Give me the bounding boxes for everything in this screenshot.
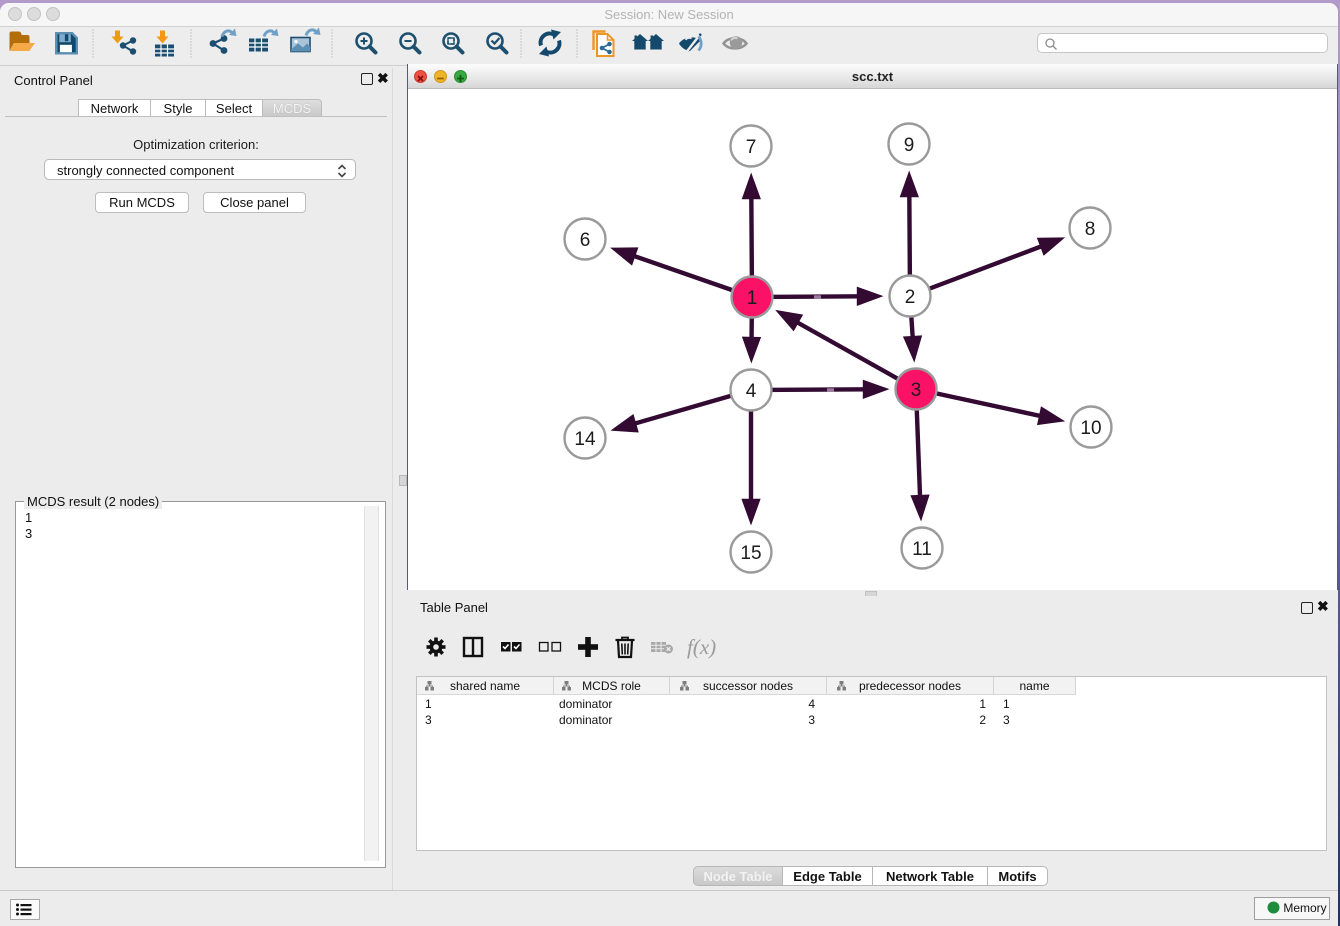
svg-text:11: 11 bbox=[912, 539, 932, 560]
svg-text:f(x): f(x) bbox=[687, 635, 716, 659]
svg-text:9: 9 bbox=[904, 135, 915, 156]
svg-text:6: 6 bbox=[580, 230, 591, 251]
svg-text:3: 3 bbox=[911, 380, 922, 401]
svg-text:1: 1 bbox=[747, 288, 758, 309]
svg-text:2: 2 bbox=[905, 287, 916, 308]
svg-text:7: 7 bbox=[746, 137, 757, 158]
svg-text:10: 10 bbox=[1080, 418, 1101, 439]
svg-text:15: 15 bbox=[740, 543, 761, 564]
svg-text:8: 8 bbox=[1085, 219, 1096, 240]
svg-text:4: 4 bbox=[746, 381, 757, 402]
svg-text:14: 14 bbox=[574, 429, 596, 450]
